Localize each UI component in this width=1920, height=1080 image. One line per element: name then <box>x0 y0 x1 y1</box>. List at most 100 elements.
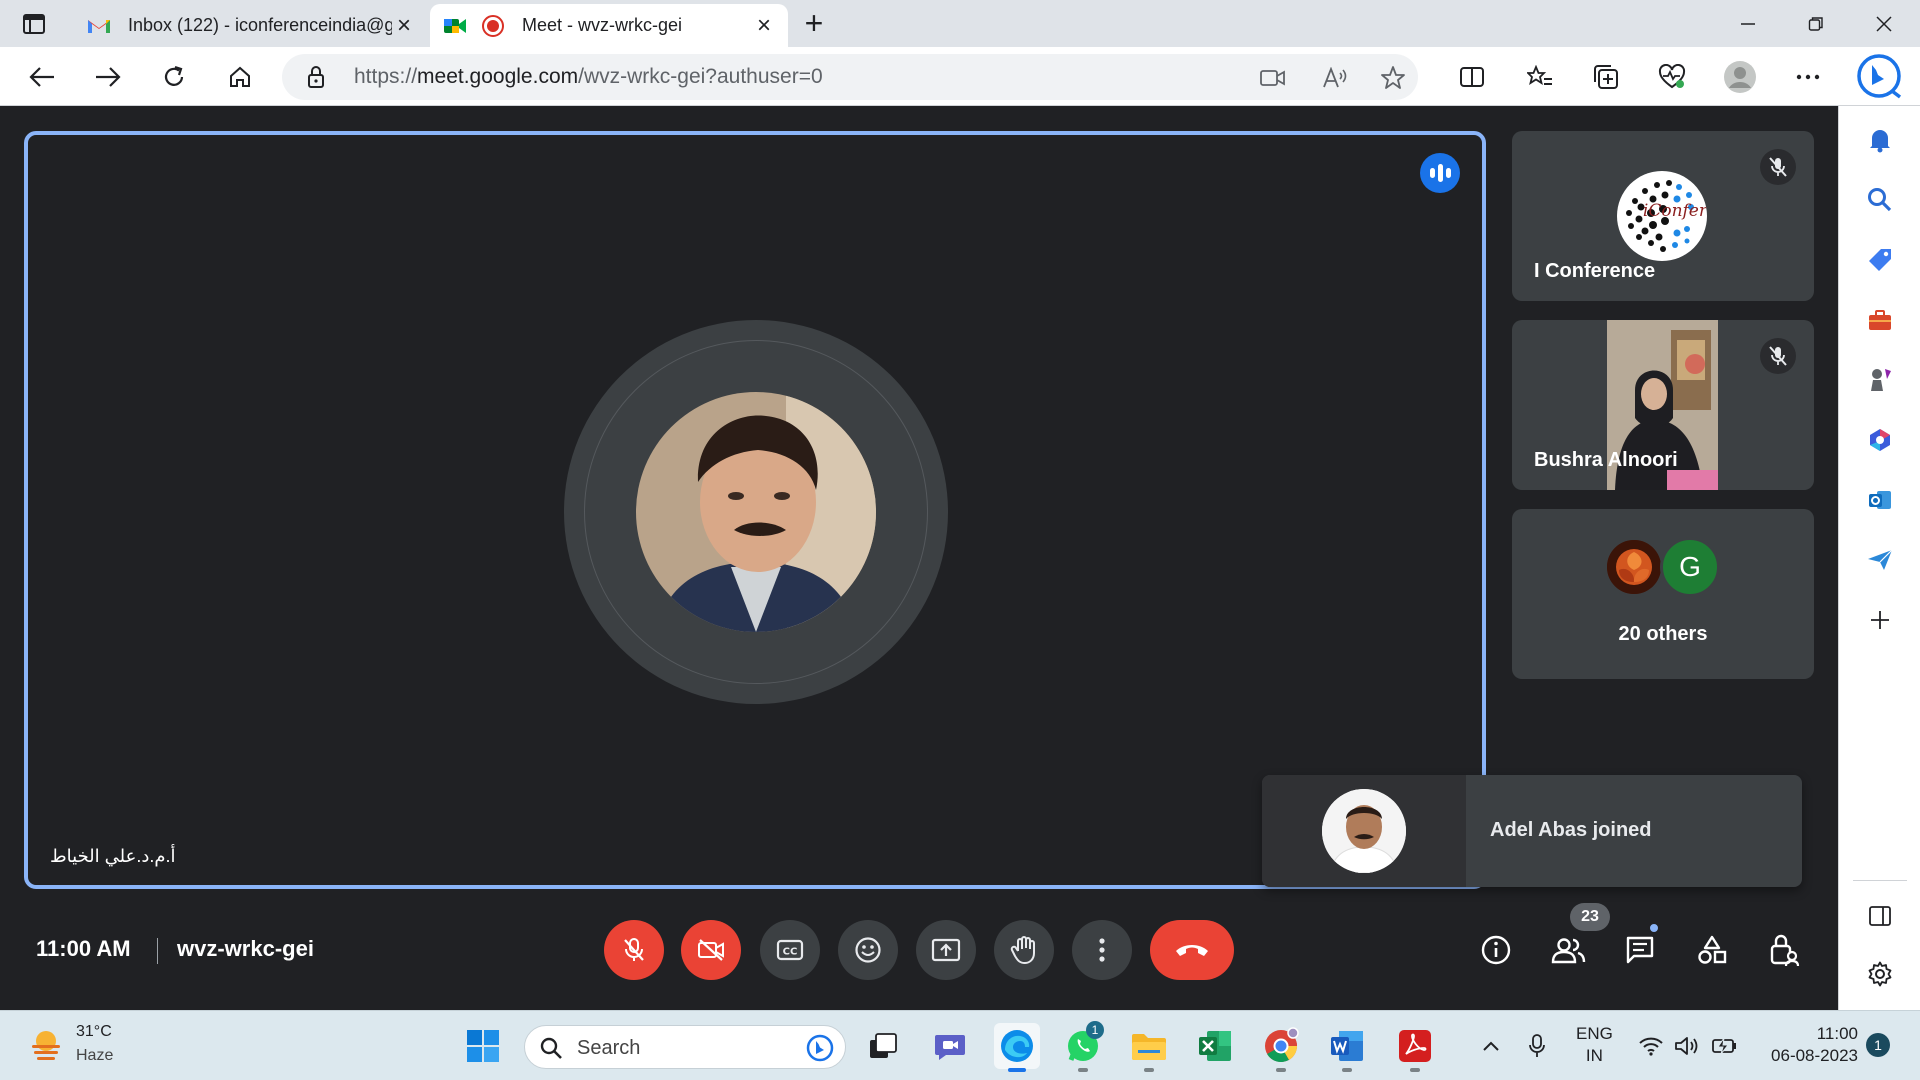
tab-title: Meet - wvz-wrkc-gei <box>522 15 683 35</box>
browser-essentials-button[interactable] <box>1654 59 1690 95</box>
reactions-button[interactable] <box>838 920 898 980</box>
notifications-button[interactable] <box>1860 120 1900 160</box>
chevron-up-icon <box>1483 1041 1499 1051</box>
present-screen-icon <box>931 938 961 962</box>
participant-tile-others[interactable]: G 20 others <box>1512 509 1814 679</box>
shopping-button[interactable] <box>1860 240 1900 280</box>
input-language[interactable]: ENG IN <box>1576 1023 1613 1067</box>
weather-condition[interactable]: Haze <box>76 1047 113 1065</box>
captions-button[interactable]: CC <box>760 920 820 980</box>
tools-button[interactable] <box>1860 300 1900 340</box>
running-indicator <box>1410 1068 1420 1072</box>
whatsapp-app[interactable]: 1 <box>1060 1021 1106 1072</box>
clock-date: 06-08-2023 <box>1771 1046 1858 1065</box>
microsoft-365-button[interactable] <box>1860 420 1900 460</box>
excel-app[interactable] <box>1192 1023 1238 1069</box>
running-indicator <box>1342 1068 1352 1072</box>
bing-chat-button[interactable] <box>1855 52 1903 100</box>
show-hidden-icons-button[interactable] <box>1478 1031 1504 1061</box>
notification-badge[interactable]: 1 <box>1866 1033 1890 1057</box>
more-vertical-icon <box>1099 938 1105 962</box>
info-icon <box>1481 935 1511 965</box>
start-button[interactable] <box>460 1023 506 1069</box>
mic-off-icon <box>1760 338 1796 374</box>
close-icon[interactable]: × <box>752 12 776 39</box>
wifi-tray-button[interactable] <box>1636 1031 1666 1061</box>
profile-button[interactable] <box>1722 59 1758 95</box>
hide-sidebar-button[interactable] <box>1860 896 1900 936</box>
chrome-app[interactable] <box>1258 1023 1304 1072</box>
task-view-button[interactable] <box>860 1023 906 1069</box>
sidebar-panel-icon <box>1869 906 1891 926</box>
volume-tray-button[interactable] <box>1672 1031 1702 1061</box>
speaker-icon <box>1675 1037 1698 1055</box>
running-indicator <box>1078 1068 1088 1072</box>
home-button[interactable] <box>222 59 258 95</box>
heart-pulse-icon <box>1658 64 1686 89</box>
tab-meet[interactable]: Meet - wvz-wrkc-gei × <box>430 4 788 47</box>
settings-more-button[interactable] <box>1790 59 1826 95</box>
forward-button[interactable] <box>90 59 126 95</box>
participant-name: I Conference <box>1534 260 1656 282</box>
read-aloud-icon[interactable] <box>1322 65 1348 91</box>
add-sidebar-app-button[interactable] <box>1860 600 1900 640</box>
word-app[interactable] <box>1324 1023 1370 1072</box>
battery-tray-button[interactable] <box>1708 1031 1740 1061</box>
speaking-indicator-icon <box>1420 153 1460 193</box>
toast-avatar-area <box>1262 775 1466 887</box>
participant-tile-iconference[interactable]: iConfer I Conference <box>1512 131 1814 301</box>
activities-button[interactable] <box>1686 924 1738 976</box>
windows-logo-icon <box>467 1030 499 1062</box>
address-bar[interactable]: https://meet.google.com/wvz-wrkc-gei?aut… <box>282 54 1418 100</box>
favorites-button[interactable] <box>1522 59 1558 95</box>
tab-strip: Inbox (122) - iconferenceindia@g × Meet … <box>0 0 1920 47</box>
back-button[interactable] <box>24 59 60 95</box>
meeting-details-button[interactable] <box>1470 924 1522 976</box>
toggle-mic-button[interactable] <box>604 920 664 980</box>
microphone-tray-button[interactable] <box>1524 1031 1550 1061</box>
refresh-button[interactable] <box>156 59 192 95</box>
split-screen-icon <box>1460 67 1484 87</box>
tab-actions-button[interactable] <box>18 10 50 38</box>
present-screen-button[interactable] <box>916 920 976 980</box>
hang-up-icon <box>1176 945 1208 956</box>
teams-chat-button[interactable] <box>928 1023 974 1069</box>
favorite-star-icon[interactable] <box>1380 65 1406 91</box>
bell-icon <box>1870 130 1890 153</box>
file-explorer-app[interactable] <box>1126 1023 1172 1072</box>
svg-text:CC: CC <box>783 947 798 958</box>
games-button[interactable] <box>1860 360 1900 400</box>
drop-button[interactable] <box>1860 540 1900 580</box>
host-controls-button[interactable] <box>1758 924 1810 976</box>
acrobat-app[interactable] <box>1392 1023 1438 1072</box>
camera-permission-icon[interactable] <box>1260 65 1286 91</box>
url-text: https://meet.google.com/wvz-wrkc-gei?aut… <box>354 65 823 88</box>
edge-app[interactable] <box>994 1023 1040 1072</box>
avatar-letter: G <box>1679 551 1701 582</box>
raise-hand-button[interactable] <box>994 920 1054 980</box>
people-button[interactable] <box>1542 924 1594 976</box>
participant-tile-bushra[interactable]: Bushra Alnoori <box>1512 320 1814 490</box>
collections-button[interactable] <box>1588 59 1624 95</box>
outlook-button[interactable] <box>1860 480 1900 520</box>
close-window-button[interactable] <box>1864 8 1904 40</box>
task-view-icon <box>870 1033 897 1058</box>
word-icon <box>1331 1031 1363 1061</box>
new-tab-button[interactable]: + <box>796 7 832 40</box>
tab-gmail[interactable]: Inbox (122) - iconferenceindia@g × <box>74 4 428 47</box>
restore-button[interactable] <box>1796 8 1836 40</box>
minimize-button[interactable] <box>1728 8 1768 40</box>
close-icon <box>1876 16 1892 32</box>
sidebar-settings-button[interactable] <box>1860 954 1900 994</box>
search-sidebar-button[interactable] <box>1860 180 1900 220</box>
close-icon[interactable]: × <box>392 12 416 39</box>
more-options-button[interactable] <box>1072 920 1132 980</box>
weather-temperature[interactable]: 31°C <box>76 1023 112 1041</box>
haze-weather-icon[interactable] <box>28 1027 64 1063</box>
lock-icon[interactable] <box>306 65 326 94</box>
leave-call-button[interactable] <box>1150 920 1234 980</box>
system-clock[interactable]: 11:00 06-08-2023 <box>1754 1023 1858 1067</box>
split-screen-button[interactable] <box>1454 59 1490 95</box>
taskbar-search[interactable]: Search <box>524 1025 846 1069</box>
toggle-camera-button[interactable] <box>681 920 741 980</box>
